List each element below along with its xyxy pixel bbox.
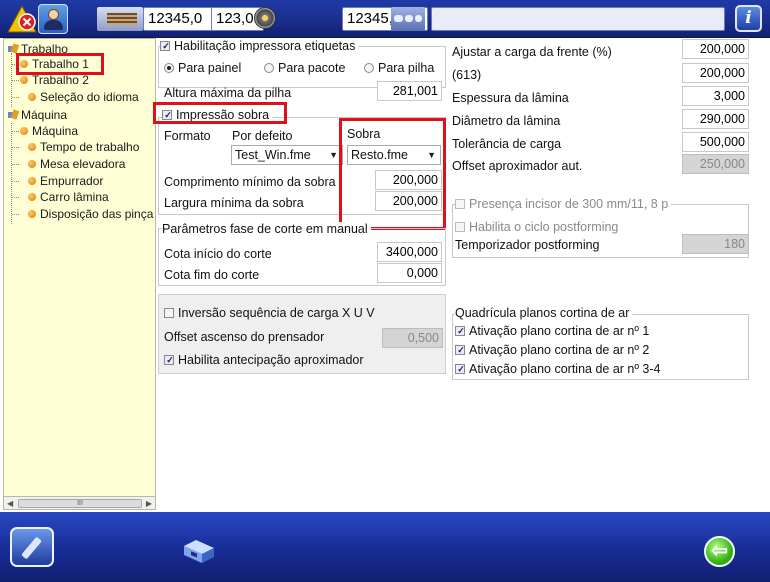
ativacao-plano-2-toggle[interactable]: Ativação plano cortina de ar nº 2	[455, 343, 649, 357]
ajustar-label: Ajustar a carga da frente (%)	[452, 45, 612, 59]
chevron-down-icon: ▼	[329, 150, 338, 160]
altura-input[interactable]: 281,001	[377, 81, 442, 101]
tree-item-maquina[interactable]: Máquina	[20, 123, 78, 139]
offset-aproximador-input: 250,000	[682, 154, 749, 174]
node-bullet-icon	[20, 76, 28, 84]
diametro-input[interactable]: 290,000	[682, 109, 749, 129]
offset-prensador-input: 0,500	[382, 328, 443, 348]
node-bullet-icon	[28, 177, 36, 185]
node-bullet-icon	[28, 143, 36, 151]
parametros-label: Parâmetros fase de corte em manual	[162, 222, 371, 236]
espessura-input[interactable]: 3,000	[682, 86, 749, 106]
pen-icon	[21, 536, 42, 560]
inversao-toggle[interactable]: Inversão sequência de carga X U V	[164, 306, 375, 320]
checkbox[interactable]	[455, 364, 466, 375]
top-toolbar: 12345,0 123,0 12345,0 i	[0, 0, 770, 38]
tolerancia-label: Tolerância de carga	[452, 137, 562, 151]
tree-item-mesa-elevadora[interactable]: Mesa elevadora	[28, 156, 125, 172]
panel-stack-icon	[97, 7, 143, 31]
bottom-toolbar: ⇦	[0, 512, 770, 582]
radio-para-pacote[interactable]: Para pacote	[264, 61, 345, 75]
tree-item-carro-lamina[interactable]: Carro lâmina	[28, 189, 109, 205]
tree-item-maquina-group[interactable]: Máquina	[8, 107, 67, 123]
radio-para-pilha[interactable]: Para pilha	[364, 61, 434, 75]
scroll-left-arrow-icon[interactable]: ◀	[7, 499, 13, 508]
checkbox[interactable]	[455, 326, 466, 337]
checkbox	[455, 222, 465, 232]
tree-item-selecao-idioma[interactable]: Seleção do idioma	[28, 89, 139, 105]
temporizador-input: 180	[682, 234, 749, 254]
offset-prensador-label: Offset ascenso do prensador	[164, 330, 325, 344]
folder-tools-icon	[8, 110, 19, 120]
highlight-impressao-sobra	[153, 102, 287, 124]
tree-horizontal-scrollbar[interactable]: ◀ III ▶	[3, 496, 156, 510]
checkbox[interactable]	[164, 308, 174, 318]
alarm-warning-icon[interactable]	[7, 4, 37, 34]
node-bullet-icon	[28, 193, 36, 201]
radio-button[interactable]	[364, 63, 374, 73]
tree-item-empurrador[interactable]: Empurrador	[28, 173, 103, 189]
cota-fim-input[interactable]: 0,000	[377, 263, 442, 283]
operator-user-icon[interactable]	[38, 4, 68, 34]
clamp-status-icon	[391, 7, 425, 31]
quadricula-label: Quadrícula planos cortina de ar	[455, 306, 633, 320]
tree-item-disposicao-pincas[interactable]: Disposição das pinça	[28, 206, 153, 222]
saw-blade-icon	[254, 7, 276, 29]
save-disk-button[interactable]	[182, 536, 216, 564]
ajustar-input[interactable]: 200,000	[682, 39, 749, 59]
highlight-sobra-column	[339, 118, 446, 230]
settings-panel: Habilitação impressora etiquetas Para pa…	[153, 38, 770, 510]
cota-fim-label: Cota fim do corte	[164, 268, 260, 282]
ativacao-plano-1-toggle[interactable]: Ativação plano cortina de ar nº 1	[455, 324, 649, 338]
presenca-incisor-toggle: Presença incisor de 300 mm/11, 8 p	[455, 197, 672, 211]
largura-label: Largura mínima da sobra	[164, 196, 304, 210]
tree-item-tempo-trabalho[interactable]: Tempo de trabalho	[28, 139, 139, 155]
scroll-right-arrow-icon[interactable]: ▶	[146, 499, 152, 508]
por-defeito-label: Por defeito	[232, 129, 293, 143]
node-bullet-icon	[20, 127, 28, 135]
checkbox[interactable]	[164, 355, 175, 366]
tolerancia-input[interactable]: 500,000	[682, 132, 749, 152]
temporizador-label: Temporizador postforming	[455, 238, 600, 252]
diametro-label: Diâmetro da lâmina	[452, 114, 561, 128]
checkbox[interactable]	[160, 41, 171, 52]
comprimento-label: Comprimento mínimo da sobra	[164, 175, 336, 189]
checkbox	[455, 199, 465, 209]
habilita-postforming-toggle: Habilita o ciclo postforming	[455, 220, 618, 234]
checkbox[interactable]	[455, 345, 466, 356]
code-613-input[interactable]: 200,000	[682, 63, 749, 83]
formato-label: Formato	[164, 129, 211, 143]
back-arrow-button[interactable]: ⇦	[704, 536, 735, 567]
scroll-thumb[interactable]: III	[18, 499, 142, 508]
node-bullet-icon	[28, 93, 36, 101]
espessura-label: Espessura da lâmina	[452, 91, 569, 105]
por-defeito-dropdown[interactable]: Test_Win.fme ▼	[231, 145, 343, 165]
node-bullet-icon	[28, 160, 36, 168]
code-613-label: (613)	[452, 68, 482, 82]
cota-inicio-label: Cota início do corte	[164, 247, 272, 261]
node-bullet-icon	[28, 210, 36, 218]
toolbar-message-field	[431, 7, 725, 31]
label-printer-toggle[interactable]: Habilitação impressora etiquetas	[160, 39, 359, 53]
highlight-trabalho-1	[16, 53, 104, 75]
altura-label: Altura máxima da pilha	[164, 86, 292, 100]
radio-button[interactable]	[264, 63, 274, 73]
info-help-icon[interactable]: i	[735, 5, 762, 32]
toolbar-field-1: 12345,0	[143, 7, 221, 31]
ativacao-plano-3-4-toggle[interactable]: Ativação plano cortina de ar nº 3-4	[455, 362, 661, 376]
edit-pen-button[interactable]	[10, 527, 54, 567]
radio-button[interactable]	[164, 63, 174, 73]
navigation-tree: Trabalho Trabalho 1 Trabalho 2 Seleção d…	[3, 38, 156, 510]
save-disk-icon	[184, 540, 214, 563]
radio-para-painel[interactable]: Para painel	[164, 61, 241, 75]
cota-inicio-input[interactable]: 3400,000	[377, 242, 442, 262]
antecipacao-toggle[interactable]: Habilita antecipação aproximador	[164, 353, 364, 367]
offset-aproximador-label: Offset aproximador aut.	[452, 159, 583, 173]
